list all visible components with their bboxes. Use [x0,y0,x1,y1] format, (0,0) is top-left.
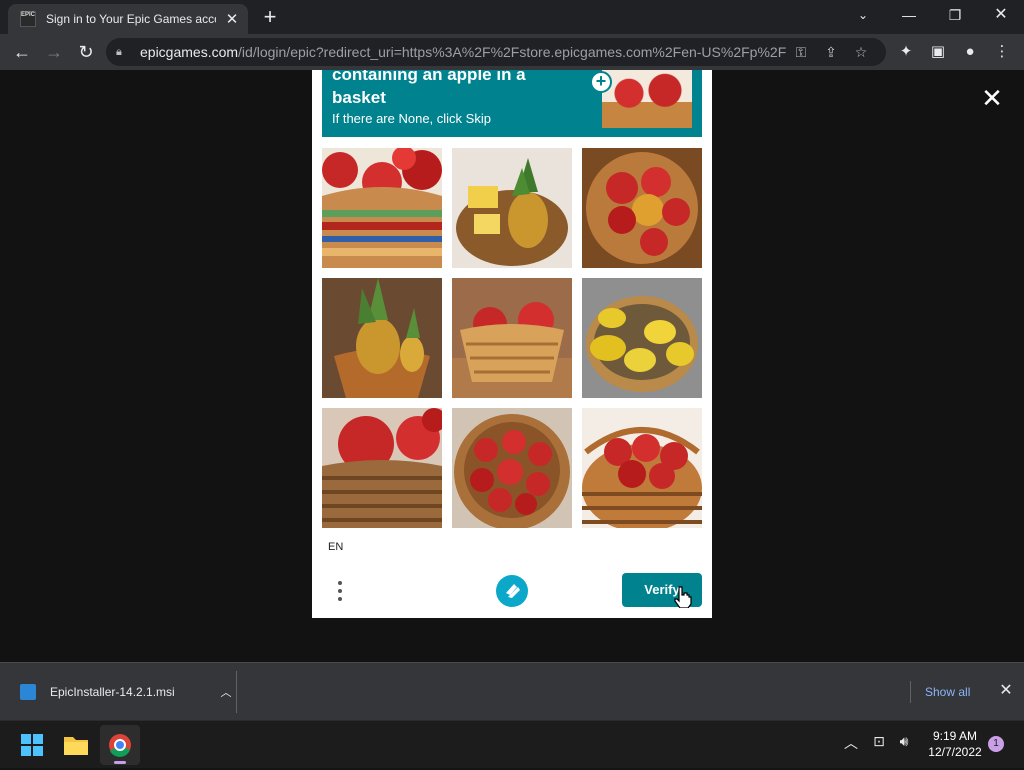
show-all-button[interactable]: Show all [925,685,970,699]
tab-epic-games-sign-in[interactable]: EPIC Sign in to Your Epic Games accou ✕ [8,4,248,34]
language-selector[interactable]: EN [328,541,343,553]
tab-search-icon[interactable]: ⌄ [840,0,886,30]
tab-close-icon[interactable]: ✕ [224,10,240,28]
prompt-line-1: containing an apple in a [332,70,526,84]
grid-tile-5[interactable] [452,278,572,398]
grid-tile-2[interactable] [452,148,572,268]
url-path: /id/login/epic?redirect_uri=https%3A%2F%… [238,44,786,60]
grid-tile-7[interactable] [322,408,442,528]
grid-tile-4[interactable] [322,278,442,398]
forward-button[interactable]: → [40,38,68,66]
windows-logo-icon [21,734,43,756]
lock-icon[interactable]: 🔒︎ [116,46,130,59]
grid-tile-6[interactable] [582,278,702,398]
divider [910,681,911,703]
grid-tile-1[interactable] [322,148,442,268]
prompt-line-2: basket [332,88,386,107]
network-icon[interactable]: ⊡ [868,733,890,750]
chrome-taskbar-button[interactable] [100,725,140,765]
browser-toolbar: ← → ↻ 🔒︎ epicgames.com/id/login/epic?red… [0,34,1024,70]
password-key-icon[interactable]: ⚿ [786,44,816,61]
start-button[interactable] [12,725,52,765]
msi-file-icon [20,684,36,700]
page-viewport: ✕ containing an apple in a basket If the… [0,70,1024,662]
download-bar: EpicInstaller-14.2.1.msi ︿ Show all ✕ [0,662,1024,720]
overlay-close-icon[interactable]: ✕ [978,84,1006,112]
folder-icon [64,737,88,755]
download-file-name: EpicInstaller-14.2.1.msi [50,685,175,699]
side-panel-icon[interactable]: ▣ [924,38,952,66]
show-hidden-icons-chevron-icon[interactable]: ︿ [840,733,862,753]
hcaptcha-logo-icon [496,575,528,607]
notification-badge[interactable]: 1 [988,736,1004,752]
example-image[interactable] [602,70,692,128]
tab-title: Sign in to Your Epic Games accou [46,12,216,26]
download-bar-close-icon[interactable]: ✕ [996,681,1016,701]
minimize-button[interactable]: — [886,0,932,30]
volume-icon[interactable]: 🔊︎ [893,733,915,750]
clock-time: 9:19 AM [932,729,978,743]
address-bar[interactable]: 🔒︎ epicgames.com/id/login/epic?redirect_… [106,38,886,66]
browser-menu-icon[interactable]: ⋮ [988,38,1016,66]
system-clock[interactable]: 9:19 AM 12/7/2022 [920,728,990,760]
new-tab-button[interactable]: + [258,6,282,30]
divider [236,671,237,713]
download-item[interactable]: EpicInstaller-14.2.1.msi ︿ [10,673,236,711]
clock-date: 12/7/2022 [928,745,982,759]
restore-button[interactable]: ❐ [932,0,978,30]
chevron-up-icon[interactable]: ︿ [216,684,236,700]
hcaptcha-challenge: containing an apple in a basket If there… [312,70,712,618]
bookmark-star-icon[interactable]: ☆ [846,44,876,61]
back-button[interactable]: ← [8,38,36,66]
extensions-puzzle-icon[interactable]: ✦ [892,38,920,66]
grid-tile-8[interactable] [452,408,572,528]
profile-avatar-icon[interactable]: ● [956,38,984,66]
reload-button[interactable]: ↻ [72,38,100,66]
epic-games-favicon-icon: EPIC [20,11,36,27]
share-icon[interactable]: ⇪ [816,44,846,61]
captcha-menu-icon[interactable] [330,578,350,604]
file-explorer-button[interactable] [56,725,96,765]
url-text[interactable]: epicgames.com/id/login/epic?redirect_uri… [140,44,786,60]
window-close-button[interactable]: ✕ [978,0,1024,30]
challenge-prompt: containing an apple in a basket If there… [322,70,702,137]
browser-tab-strip: EPIC Sign in to Your Epic Games accou ✕ … [0,0,1024,34]
grid-tile-9[interactable] [582,408,702,528]
grid-tile-3[interactable] [582,148,702,268]
url-domain: epicgames.com [140,44,239,60]
expand-example-icon[interactable]: + [590,71,612,93]
windows-taskbar: ︿ ⊡ 🔊︎ 9:19 AM 12/7/2022 1 [0,720,1024,768]
chrome-icon [109,734,131,764]
hand-cursor-icon [674,586,692,609]
prompt-hint: If there are None, click Skip [332,111,491,126]
